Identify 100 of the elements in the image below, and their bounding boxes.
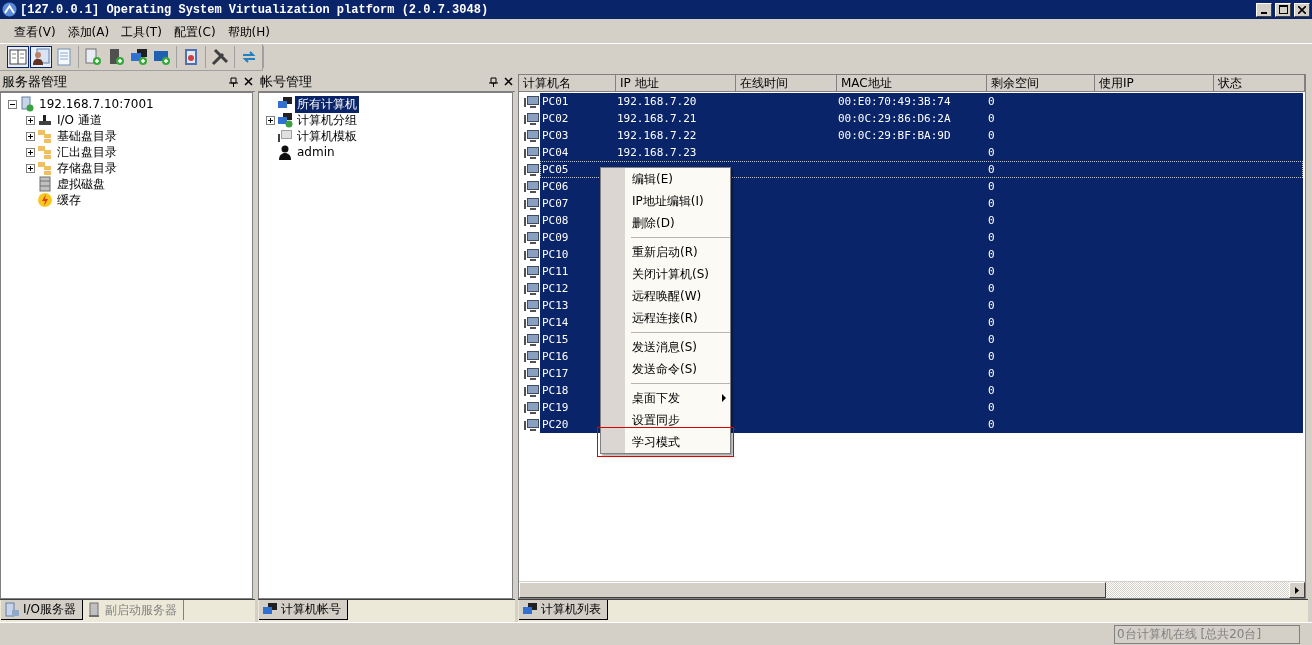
column-header[interactable]: 状态	[1214, 75, 1305, 91]
table-cell-text: 0	[987, 231, 996, 244]
table-cell-text: 00:0C:29:86:D6:2A	[837, 112, 952, 125]
book-icon	[182, 48, 200, 66]
maximize-icon	[1278, 5, 1288, 14]
pin-icon[interactable]	[229, 77, 238, 87]
folders-icon	[37, 160, 53, 176]
toolbar-button[interactable]	[209, 46, 231, 68]
column-header[interactable]: 剩余空间	[987, 75, 1095, 91]
table-cell-text: PC09	[541, 231, 570, 244]
expand-icon[interactable]	[25, 163, 35, 173]
computer-icon	[524, 144, 540, 161]
panel-tab[interactable]: I/O服务器	[1, 600, 84, 620]
table-cell-text: PC13	[541, 299, 570, 312]
expand-icon[interactable]	[25, 131, 35, 141]
pin-icon[interactable]	[489, 77, 498, 87]
tree-item[interactable]: 缓存	[55, 191, 83, 209]
table-cell-text: 0	[987, 129, 996, 142]
close-button[interactable]	[1294, 2, 1310, 17]
table-cell-text: 192.168.7.21	[616, 112, 698, 125]
close-icon[interactable]	[244, 77, 253, 86]
table-cell-text: 0	[987, 265, 996, 278]
computer-icon	[524, 195, 540, 212]
tree-item[interactable]: 存储盘目录	[55, 159, 119, 177]
table-row[interactable]: PC03 192.168.7.22 00:0C:29:BF:BA:9D 0	[540, 127, 1303, 144]
table-cell-text: PC20	[541, 418, 570, 431]
column-header[interactable]: MAC地址	[837, 75, 987, 91]
tree-item[interactable]: 所有计算机	[295, 95, 359, 113]
monitor-icon	[277, 128, 293, 144]
table-cell-text: 00:E0:70:49:3B:74	[837, 95, 952, 108]
table-cell-text: PC10	[541, 248, 570, 261]
user-icon	[277, 144, 293, 160]
table-cell-text: 192.168.7.23	[616, 146, 698, 159]
expand-icon[interactable]	[265, 115, 275, 125]
maximize-button[interactable]	[1275, 2, 1291, 17]
computer-icon	[524, 212, 540, 229]
computer-icon	[524, 382, 540, 399]
contact-card-icon	[32, 48, 50, 66]
menu-item[interactable]: 工具(T)	[115, 23, 168, 41]
column-header[interactable]: 计算机名	[519, 75, 616, 91]
panel-title: 帐号管理	[260, 73, 312, 91]
table-row[interactable]: PC01 192.168.7.20 00:E0:70:49:3B:74 0	[540, 93, 1303, 110]
table-cell-text: PC11	[541, 265, 570, 278]
table-cell-text: PC03	[541, 129, 570, 142]
table-cell-text: 192.168.7.22	[616, 129, 698, 142]
disk-stack-icon	[37, 176, 53, 192]
column-header[interactable]: 在线时间	[736, 75, 837, 91]
computer-icon	[524, 246, 540, 263]
menu-item[interactable]: 查看(V)	[8, 23, 62, 41]
tree-item[interactable]: admin	[295, 145, 337, 159]
computer-icon	[524, 416, 540, 433]
tree-item[interactable]: 汇出盘目录	[55, 143, 119, 161]
tree-item[interactable]: 计算机模板	[295, 127, 359, 145]
table-cell-text: PC08	[541, 214, 570, 227]
printer-icon	[37, 112, 53, 128]
app-logo-icon	[2, 2, 17, 17]
columns-icon	[9, 48, 27, 66]
panel-tab[interactable]: 计算机列表	[519, 600, 608, 620]
toolbar-button[interactable]	[30, 46, 52, 68]
table-cell-text: PC18	[541, 384, 570, 397]
menu-item[interactable]: 添加(A)	[61, 23, 116, 41]
minimize-icon	[1261, 11, 1267, 14]
tree-item[interactable]: I/O 通道	[55, 111, 104, 129]
table-cell-text: 0	[987, 418, 996, 431]
scrollbar-thumb[interactable]	[519, 582, 1106, 598]
expand-icon[interactable]	[25, 115, 35, 125]
computer-icon	[524, 93, 540, 110]
tree-item[interactable]: 虚拟磁盘	[55, 175, 107, 193]
tree-item[interactable]: 计算机分组	[295, 111, 359, 129]
column-header[interactable]: 使用IP	[1095, 75, 1214, 91]
table-cell-text: 0	[987, 316, 996, 329]
table-cell-text: 00:0C:29:BF:BA:9D	[837, 129, 952, 142]
table-cell-text: PC04	[541, 146, 570, 159]
computer-icon	[524, 297, 540, 314]
computer-icon	[524, 161, 540, 178]
scroll-right-button[interactable]	[1289, 582, 1305, 598]
tree-item[interactable]: 基础盘目录	[55, 127, 119, 145]
table-row[interactable]: PC04 192.168.7.23 0	[540, 144, 1303, 161]
minimize-button[interactable]	[1256, 2, 1272, 17]
tools-icon	[211, 48, 229, 66]
table-cell-text: PC16	[541, 350, 570, 363]
collapse-icon[interactable]	[7, 99, 17, 109]
table-cell-text: 0	[987, 95, 996, 108]
column-header[interactable]: IP 地址	[616, 75, 736, 91]
status-text: 0台计算机在线 [总共20台]	[1114, 624, 1300, 644]
expand-icon[interactable]	[25, 147, 35, 157]
table-row[interactable]: PC02 192.168.7.21 00:0C:29:86:D6:2A 0	[540, 110, 1303, 127]
computer-icon	[524, 365, 540, 382]
tree-item[interactable]: 192.168.7.10:7001	[37, 97, 156, 111]
toolbar-button[interactable]	[7, 46, 29, 68]
close-icon	[1298, 5, 1306, 14]
table-cell-text: 0	[987, 299, 996, 312]
computer-icon	[524, 348, 540, 365]
toolbar-button[interactable]	[128, 46, 150, 68]
table-cell-text: PC12	[541, 282, 570, 295]
menu-item[interactable]: 帮助(H)	[221, 23, 276, 41]
panel-tab[interactable]: 计算机帐号	[259, 600, 348, 620]
close-icon[interactable]	[504, 77, 513, 86]
menu-item[interactable]: 配置(C)	[167, 23, 222, 41]
table-cell-text: PC02	[541, 112, 570, 125]
